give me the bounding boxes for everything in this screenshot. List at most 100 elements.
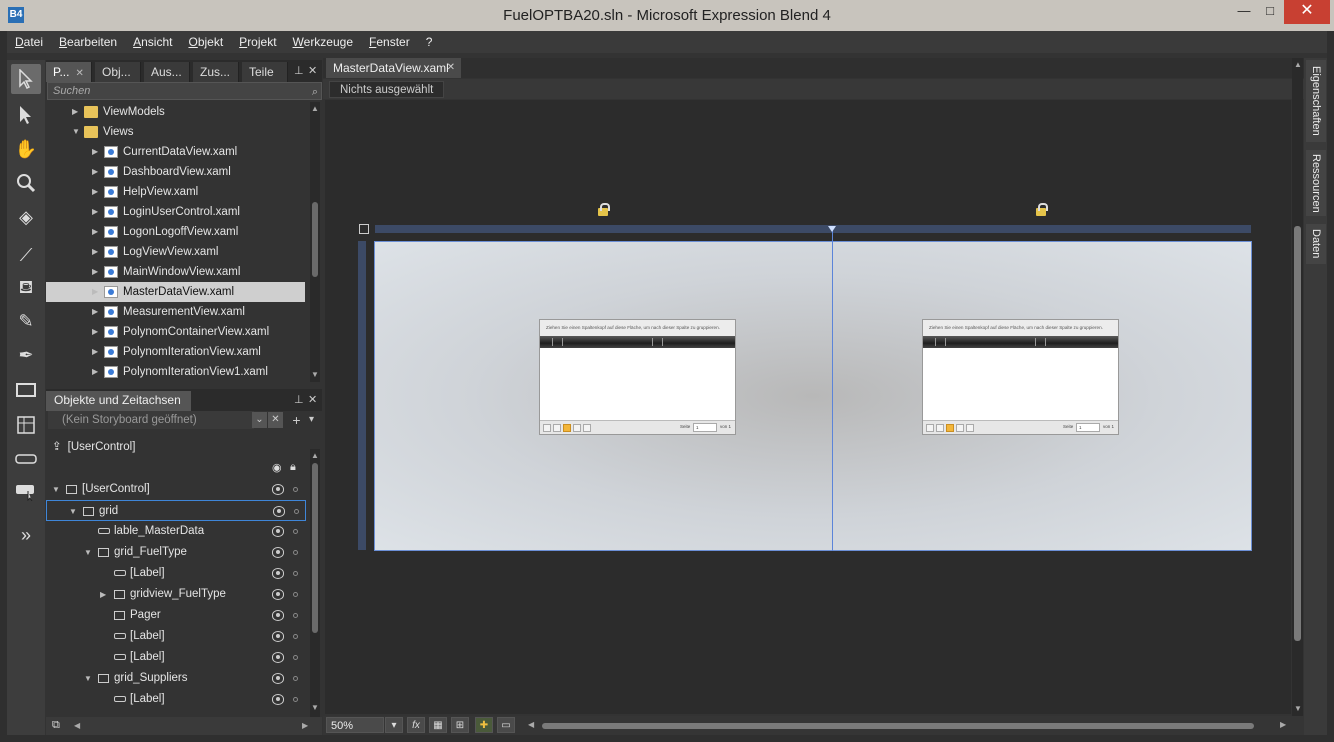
storyboard-options-icon[interactable]: ⌄ <box>252 412 267 428</box>
grid-mode-icon[interactable] <box>359 224 369 234</box>
scroll-up-icon[interactable]: ▲ <box>311 451 319 460</box>
object-tree-item[interactable]: ▶ gridview_FuelType <box>46 584 306 605</box>
scroll-thumb[interactable] <box>312 463 318 633</box>
tab-teile[interactable]: Teile <box>242 62 288 82</box>
pager-last-icon[interactable] <box>966 424 974 432</box>
close-icon[interactable]: ✕ <box>447 58 455 78</box>
column-lock-icon[interactable] <box>1036 203 1048 216</box>
lock-toggle-icon[interactable] <box>293 634 298 639</box>
tree-item[interactable]: ▶ LoginUserControl.xaml <box>46 202 305 222</box>
tree-item[interactable]: ▼ Views <box>46 122 305 142</box>
artboard-hscrollbar[interactable]: ◀ ▶ <box>528 720 1288 731</box>
tree-item[interactable]: ▶ HelpView.xaml <box>46 182 305 202</box>
scroll-right-icon[interactable]: ▶ <box>1280 720 1286 729</box>
menu-bearbeiten[interactable]: Bearbeiten <box>51 31 125 53</box>
pager-next-icon[interactable] <box>956 424 964 432</box>
visibility-eye-icon[interactable] <box>272 694 284 705</box>
column-lock-icon[interactable] <box>598 203 610 216</box>
chevron-right-icon[interactable]: ▶ <box>92 282 98 302</box>
lock-toggle-icon[interactable] <box>293 592 298 597</box>
pager-page-input[interactable]: 1 <box>693 423 717 432</box>
object-tree-item[interactable]: ▼ grid <box>46 500 306 521</box>
scroll-down-icon[interactable]: ▼ <box>1294 704 1302 713</box>
object-tree-item[interactable]: lable_MasterData <box>46 521 306 542</box>
maximize-button[interactable]: □ <box>1256 0 1284 24</box>
chevron-right-icon[interactable]: ▶ <box>72 102 78 122</box>
project-search-input[interactable]: Suchen ⌕ <box>47 82 322 100</box>
visibility-eye-icon[interactable] <box>272 526 284 537</box>
chevron-down-icon[interactable]: ▼ <box>52 479 60 500</box>
pager-page-input[interactable]: 1 <box>1076 423 1100 432</box>
visibility-eye-icon[interactable] <box>272 652 284 663</box>
scroll-thumb[interactable] <box>312 202 318 277</box>
lock-toggle-icon[interactable] <box>293 655 298 660</box>
close-icon[interactable]: ✕ <box>75 68 83 79</box>
chevron-right-icon[interactable]: ▶ <box>92 262 98 282</box>
pager-first-icon[interactable] <box>926 424 934 432</box>
tree-item[interactable]: ▶ PolynomIterationView.xaml <box>46 342 305 362</box>
menu-objekt[interactable]: Objekt <box>180 31 231 53</box>
add-storyboard-icon[interactable]: + <box>289 412 304 428</box>
lock-all-icon[interactable]: 🔒︎ <box>290 461 296 474</box>
scroll-right-icon[interactable]: ▶ <box>302 721 308 730</box>
menu-datei[interactable]: Datei <box>7 31 51 53</box>
menu-ansicht[interactable]: Ansicht <box>125 31 180 53</box>
tab-objekte[interactable]: Obj... <box>95 62 141 82</box>
eyedropper-icon[interactable]: ⟋ <box>11 240 41 270</box>
lock-toggle-icon[interactable] <box>293 550 298 555</box>
close-icon[interactable]: ✕ <box>308 64 317 77</box>
tree-item[interactable]: ▶ PolynomIterationView1.xaml <box>46 362 305 382</box>
lock-toggle-icon[interactable] <box>293 487 298 492</box>
tab-ressourcen[interactable]: Ressourcen <box>1306 150 1326 216</box>
zoom-icon[interactable] <box>11 168 41 198</box>
chevron-down-icon[interactable]: ▼ <box>72 122 80 142</box>
pager-last-icon[interactable] <box>583 424 591 432</box>
close-button[interactable]: ✕ <box>1284 0 1330 24</box>
tree-item[interactable]: ▶ CurrentDataView.xaml <box>46 142 305 162</box>
object-tree-item[interactable]: ▼ grid_Suppliers <box>46 668 306 689</box>
direct-selection-tool-icon[interactable] <box>11 100 41 130</box>
tab-masterdataview[interactable]: MasterDataView.xaml ✕ <box>326 58 461 78</box>
snap-lines-icon[interactable]: ✚ <box>475 717 493 733</box>
rectangle-tool-icon[interactable] <box>11 376 41 406</box>
grid-column-divider[interactable] <box>828 226 836 551</box>
objects-scrollbar[interactable]: ▲ ▼ <box>310 449 320 717</box>
storyboard-picker[interactable]: (Kein Storyboard geöffnet) <box>48 411 254 429</box>
lock-toggle-icon[interactable] <box>293 571 298 576</box>
chevron-down-icon[interactable]: ▼ <box>84 542 92 563</box>
object-tree-item[interactable]: [Label] <box>46 626 306 647</box>
tree-item[interactable]: ▶ ViewModels <box>46 102 305 122</box>
chevron-right-icon[interactable]: ▶ <box>92 302 98 322</box>
grid-toggle-icon[interactable]: ▦ <box>429 717 447 733</box>
chevron-right-icon[interactable]: ▶ <box>92 162 98 182</box>
zoom-combobox[interactable]: 50% <box>326 717 384 733</box>
scroll-up-icon[interactable]: ▲ <box>311 104 319 113</box>
chevron-right-icon[interactable]: ▶ <box>92 142 98 162</box>
chevron-right-icon[interactable]: ▶ <box>92 322 98 342</box>
pin-icon[interactable]: ⊥ <box>294 393 304 406</box>
menu-help[interactable]: ? <box>418 31 441 53</box>
breadcrumb[interactable]: Nichts ausgewählt <box>329 81 445 98</box>
object-tree-item[interactable]: ▼ grid_FuelType <box>46 542 306 563</box>
scope-root[interactable]: ⇪ [UserControl] <box>52 439 135 453</box>
selection-tool-icon[interactable] <box>11 64 41 94</box>
chevron-right-icon[interactable]: ▶ <box>100 584 106 605</box>
visibility-eye-icon[interactable] <box>272 547 284 558</box>
chevron-right-icon[interactable]: ▶ <box>92 222 98 242</box>
lock-toggle-icon[interactable] <box>293 676 298 681</box>
tab-eigenschaften[interactable]: Eigenschaften <box>1306 60 1326 142</box>
pen-tool-icon[interactable]: ✒ <box>11 340 41 370</box>
chevron-right-icon[interactable]: ▶ <box>92 342 98 362</box>
grid-layout-icon[interactable] <box>11 410 41 440</box>
show-all-eye-icon[interactable]: ◉ <box>272 461 282 474</box>
object-tree-item[interactable]: [Label] <box>46 689 306 710</box>
pager-first-icon[interactable] <box>543 424 551 432</box>
paint-bucket-icon[interactable]: ⛾ <box>11 272 41 302</box>
gridview-suppliers[interactable]: Ziehen Sie einen Spaltenkopf auf diese F… <box>922 319 1119 435</box>
close-icon[interactable]: ✕ <box>308 393 317 406</box>
tab-daten[interactable]: Daten <box>1306 224 1326 264</box>
zoom-dropdown-icon[interactable]: ▾ <box>385 717 403 733</box>
visibility-eye-icon[interactable] <box>272 568 284 579</box>
tab-zustaende[interactable]: Zus... <box>193 62 239 82</box>
visibility-eye-icon[interactable] <box>272 631 284 642</box>
